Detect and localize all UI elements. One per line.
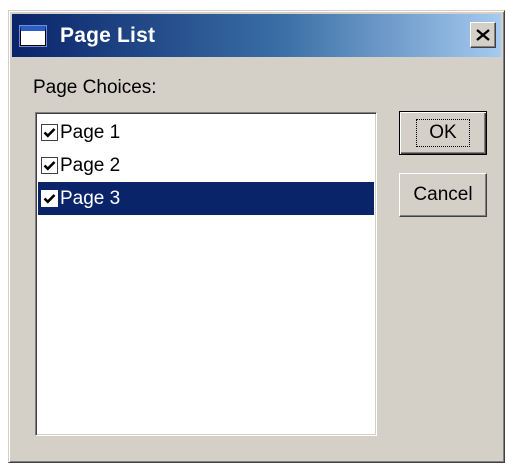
close-button[interactable] xyxy=(470,22,496,48)
list-item-page-2[interactable]: Page 2 xyxy=(38,149,374,182)
checkmark-icon xyxy=(43,194,56,204)
checkmark-icon xyxy=(43,128,56,138)
list-item-label: Page 2 xyxy=(60,154,121,176)
title-bar[interactable]: Page List xyxy=(12,14,501,57)
close-icon xyxy=(476,29,490,41)
page-choices-label: Page Choices: xyxy=(33,77,157,98)
window-title: Page List xyxy=(60,23,156,47)
page-2-checkbox[interactable] xyxy=(41,157,58,174)
page-3-checkbox[interactable] xyxy=(41,190,58,207)
window-icon xyxy=(19,24,47,47)
page-list-dialog: Page List Page Choices: Page 1 Page 2 Pa… xyxy=(8,10,505,463)
list-item-label: Page 3 xyxy=(60,187,121,209)
checkmark-icon xyxy=(43,161,56,171)
cancel-button[interactable]: Cancel xyxy=(399,173,487,217)
page-1-checkbox[interactable] xyxy=(41,124,58,141)
cancel-button-label: Cancel xyxy=(413,184,473,205)
list-item-label: Page 1 xyxy=(60,121,121,143)
list-item-page-1[interactable]: Page 1 xyxy=(38,116,374,149)
list-item-page-3[interactable]: Page 3 xyxy=(38,182,374,215)
ok-button[interactable]: OK xyxy=(399,111,487,155)
ok-button-label: OK xyxy=(416,119,470,147)
page-choices-listbox[interactable]: Page 1 Page 2 Page 3 xyxy=(35,112,377,436)
